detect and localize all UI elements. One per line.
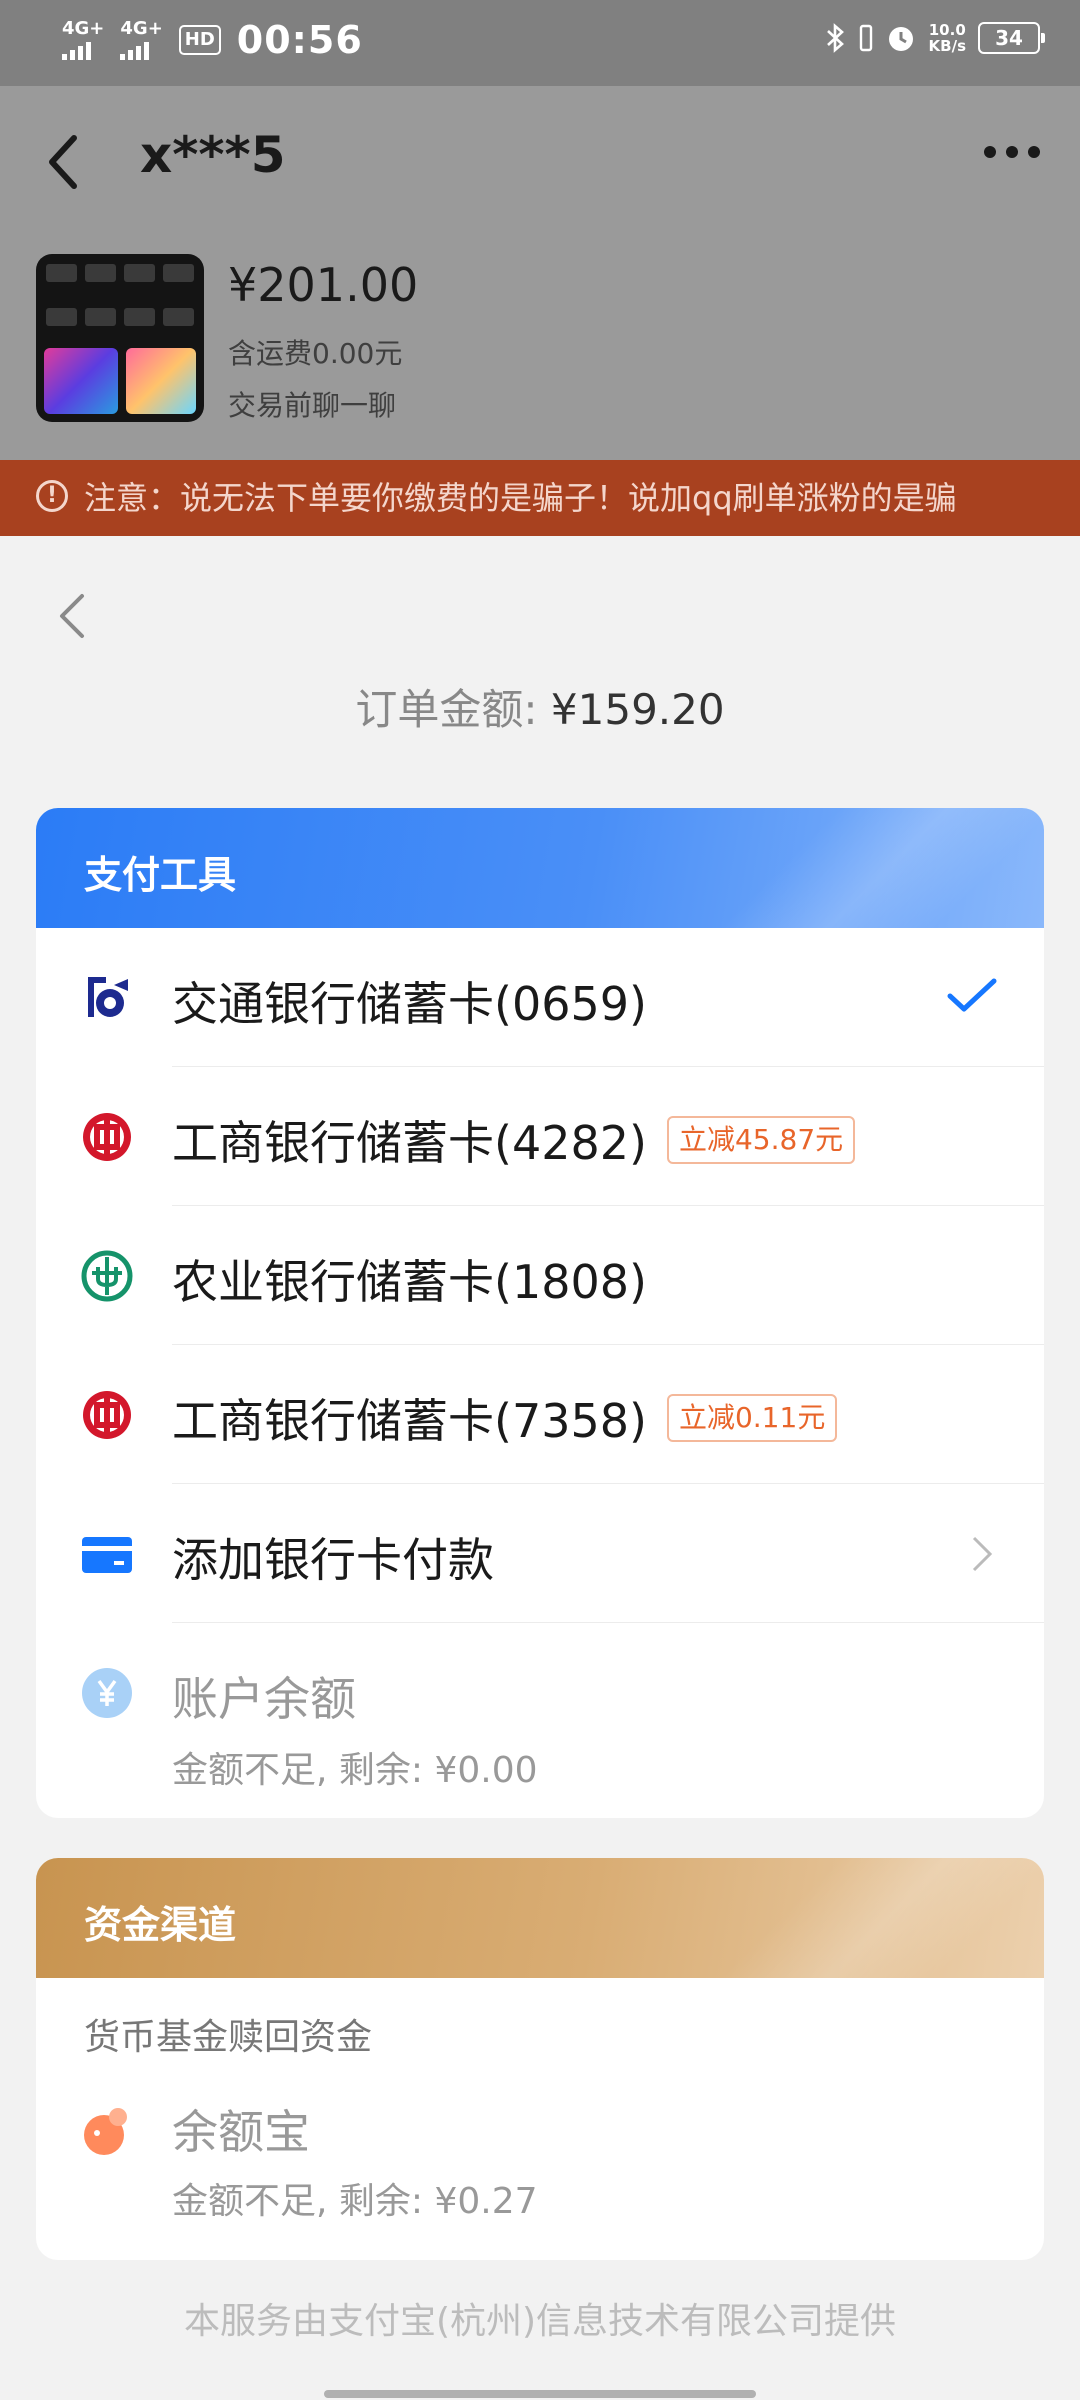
signal-type: 4G+ [62, 18, 105, 39]
vibrate-icon [859, 24, 872, 52]
payment-option-label-text: 工商银行储蓄卡(4282) [172, 1116, 647, 1170]
signal-2: 4G+ [120, 18, 163, 60]
speed-value: 10.0 [928, 21, 966, 39]
signal-bars-icon [62, 38, 91, 60]
payment-tools-header: 支付工具 [36, 808, 1044, 928]
chevron-right-icon [972, 1536, 993, 1572]
fund-channel-card: 资金渠道 货币基金赎回资金 余额宝 金额不足, 剩余: ¥0.27 [36, 1858, 1044, 2260]
clock: 00:56 [236, 18, 363, 62]
icbc-icon [83, 1391, 131, 1439]
speed-unit: KB/s [928, 37, 966, 55]
warning-icon: ! [36, 480, 68, 512]
add-bank-card-label: 添加银行卡付款 [172, 1533, 494, 1587]
fund-channel-subtitle: 货币基金赎回资金 [84, 2017, 373, 2058]
add-bank-card-row[interactable]: 添加银行卡付款 [36, 1484, 1044, 1623]
checkmark-icon [947, 978, 997, 1012]
yuebao-label: 余额宝 [172, 2105, 310, 2159]
chat-title: x***5 [140, 126, 286, 184]
alarm-icon [888, 27, 913, 51]
service-provider-footer: 本服务由支付宝(杭州)信息技术有限公司提供 [183, 2301, 897, 2342]
payment-option-label: 工商银行储蓄卡(7358) 立减0.11元 [172, 1385, 838, 1451]
product-price: ¥201.00 [228, 258, 419, 312]
shipping-fee: 含运费0.00元 [228, 337, 403, 370]
fund-channel-title: 资金渠道 [84, 1903, 237, 1947]
icbc-icon [83, 1113, 131, 1161]
back-chevron-icon[interactable] [52, 576, 92, 656]
account-balance-sub: 金额不足, 剩余: ¥0.00 [172, 1750, 538, 1791]
payment-option-abc-1808[interactable]: 农业银行储蓄卡(1808) [36, 1206, 1044, 1345]
order-amount-value: ¥159.20 [550, 685, 725, 734]
balance-yuan-icon [82, 1668, 132, 1718]
payment-tools-card: 支付工具 交通银行储蓄卡(0659) 工商银行储蓄卡(4282) 立减45.87… [36, 808, 1044, 1818]
warning-text: 注意：说无法下单要你缴费的是骗子！说加qq刷单涨粉的是骗 [84, 479, 957, 517]
hd-voice-icon: HD [178, 25, 221, 55]
back-arrow-icon[interactable] [42, 122, 92, 202]
bocom-icon [88, 977, 128, 1017]
payment-option-label: 农业银行储蓄卡(1808) [172, 1255, 647, 1309]
signal-type: 4G+ [120, 18, 163, 39]
order-amount-label: 订单金额: [355, 685, 538, 734]
payment-option-bocom-0659[interactable]: 交通银行储蓄卡(0659) [36, 928, 1044, 1067]
payment-option-label: 工商银行储蓄卡(4282) 立减45.87元 [172, 1107, 856, 1173]
more-options-icon[interactable] [984, 146, 1040, 158]
warning-banner: ! 注意：说无法下单要你缴费的是骗子！说加qq刷单涨粉的是骗 [0, 460, 1080, 536]
discount-badge: 立减0.11元 [666, 1394, 838, 1442]
payment-option-label-text: 工商银行储蓄卡(7358) [172, 1394, 647, 1448]
order-amount: 订单金额: ¥159.20 [0, 676, 1080, 737]
home-indicator[interactable] [324, 2390, 756, 2398]
payment-option-label: 交通银行储蓄卡(0659) [172, 977, 647, 1031]
signal-bars-icon [120, 38, 150, 60]
yuebao-row: 余额宝 金额不足, 剩余: ¥0.27 [36, 2074, 1044, 2254]
account-balance-label: 账户余额 [172, 1672, 356, 1726]
yuebao-sub: 金额不足, 剩余: ¥0.27 [172, 2181, 538, 2222]
discount-badge: 立减45.87元 [666, 1116, 856, 1164]
payment-sheet: 订单金额: ¥159.20 支付工具 交通银行储蓄卡(0659) 工商银行储蓄卡… [0, 536, 1080, 2400]
account-balance-row: 账户余额 金额不足, 剩余: ¥0.00 [36, 1623, 1044, 1815]
battery-icon: 34 [978, 22, 1045, 54]
product-thumbnail[interactable] [36, 254, 204, 422]
network-speed: 10.0 KB/s [929, 22, 966, 54]
bank-card-icon [82, 1537, 132, 1573]
payment-option-icbc-7358[interactable]: 工商银行储蓄卡(7358) 立减0.11元 [36, 1345, 1044, 1484]
abc-icon [81, 1250, 133, 1302]
yuebao-icon [84, 2108, 127, 2155]
signal-1: 4G+ [62, 20, 104, 60]
fund-channel-header: 资金渠道 [36, 1858, 1044, 1978]
bluetooth-icon [826, 23, 844, 53]
payment-tools-title: 支付工具 [84, 853, 237, 897]
status-bar: 4G+ 4G+ HD 00:56 10.0 KB/s 34 [0, 0, 1080, 86]
payment-option-icbc-4282[interactable]: 工商银行储蓄卡(4282) 立减45.87元 [36, 1067, 1044, 1206]
chat-hint: 交易前聊一聊 [228, 389, 397, 422]
